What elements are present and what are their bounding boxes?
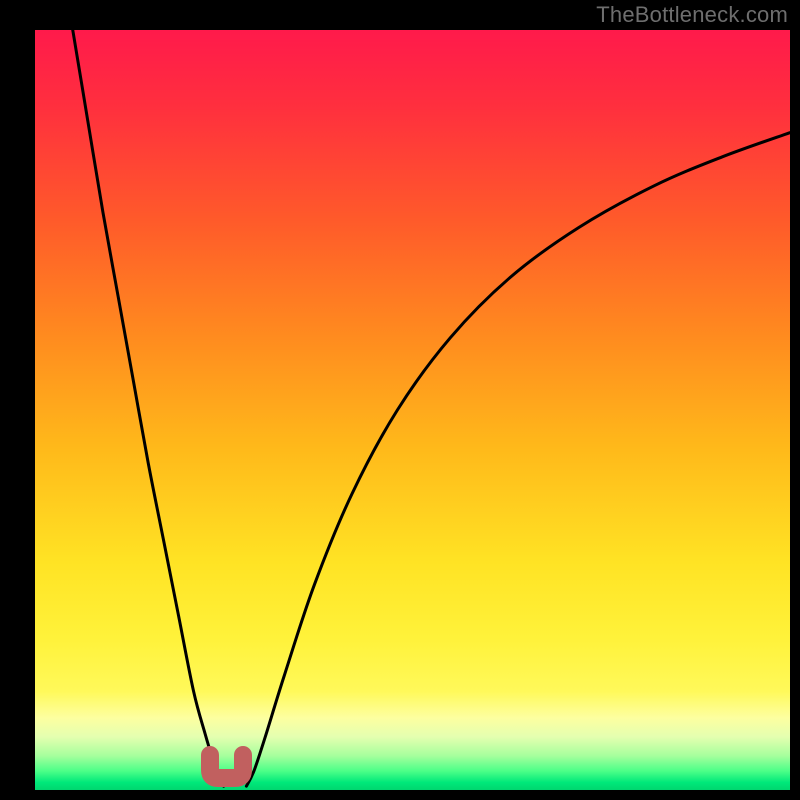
plot-area <box>35 30 790 790</box>
gradient-background <box>35 30 790 790</box>
plot-svg <box>35 30 790 790</box>
chart-frame: TheBottleneck.com <box>0 0 800 800</box>
watermark-text: TheBottleneck.com <box>596 2 788 28</box>
